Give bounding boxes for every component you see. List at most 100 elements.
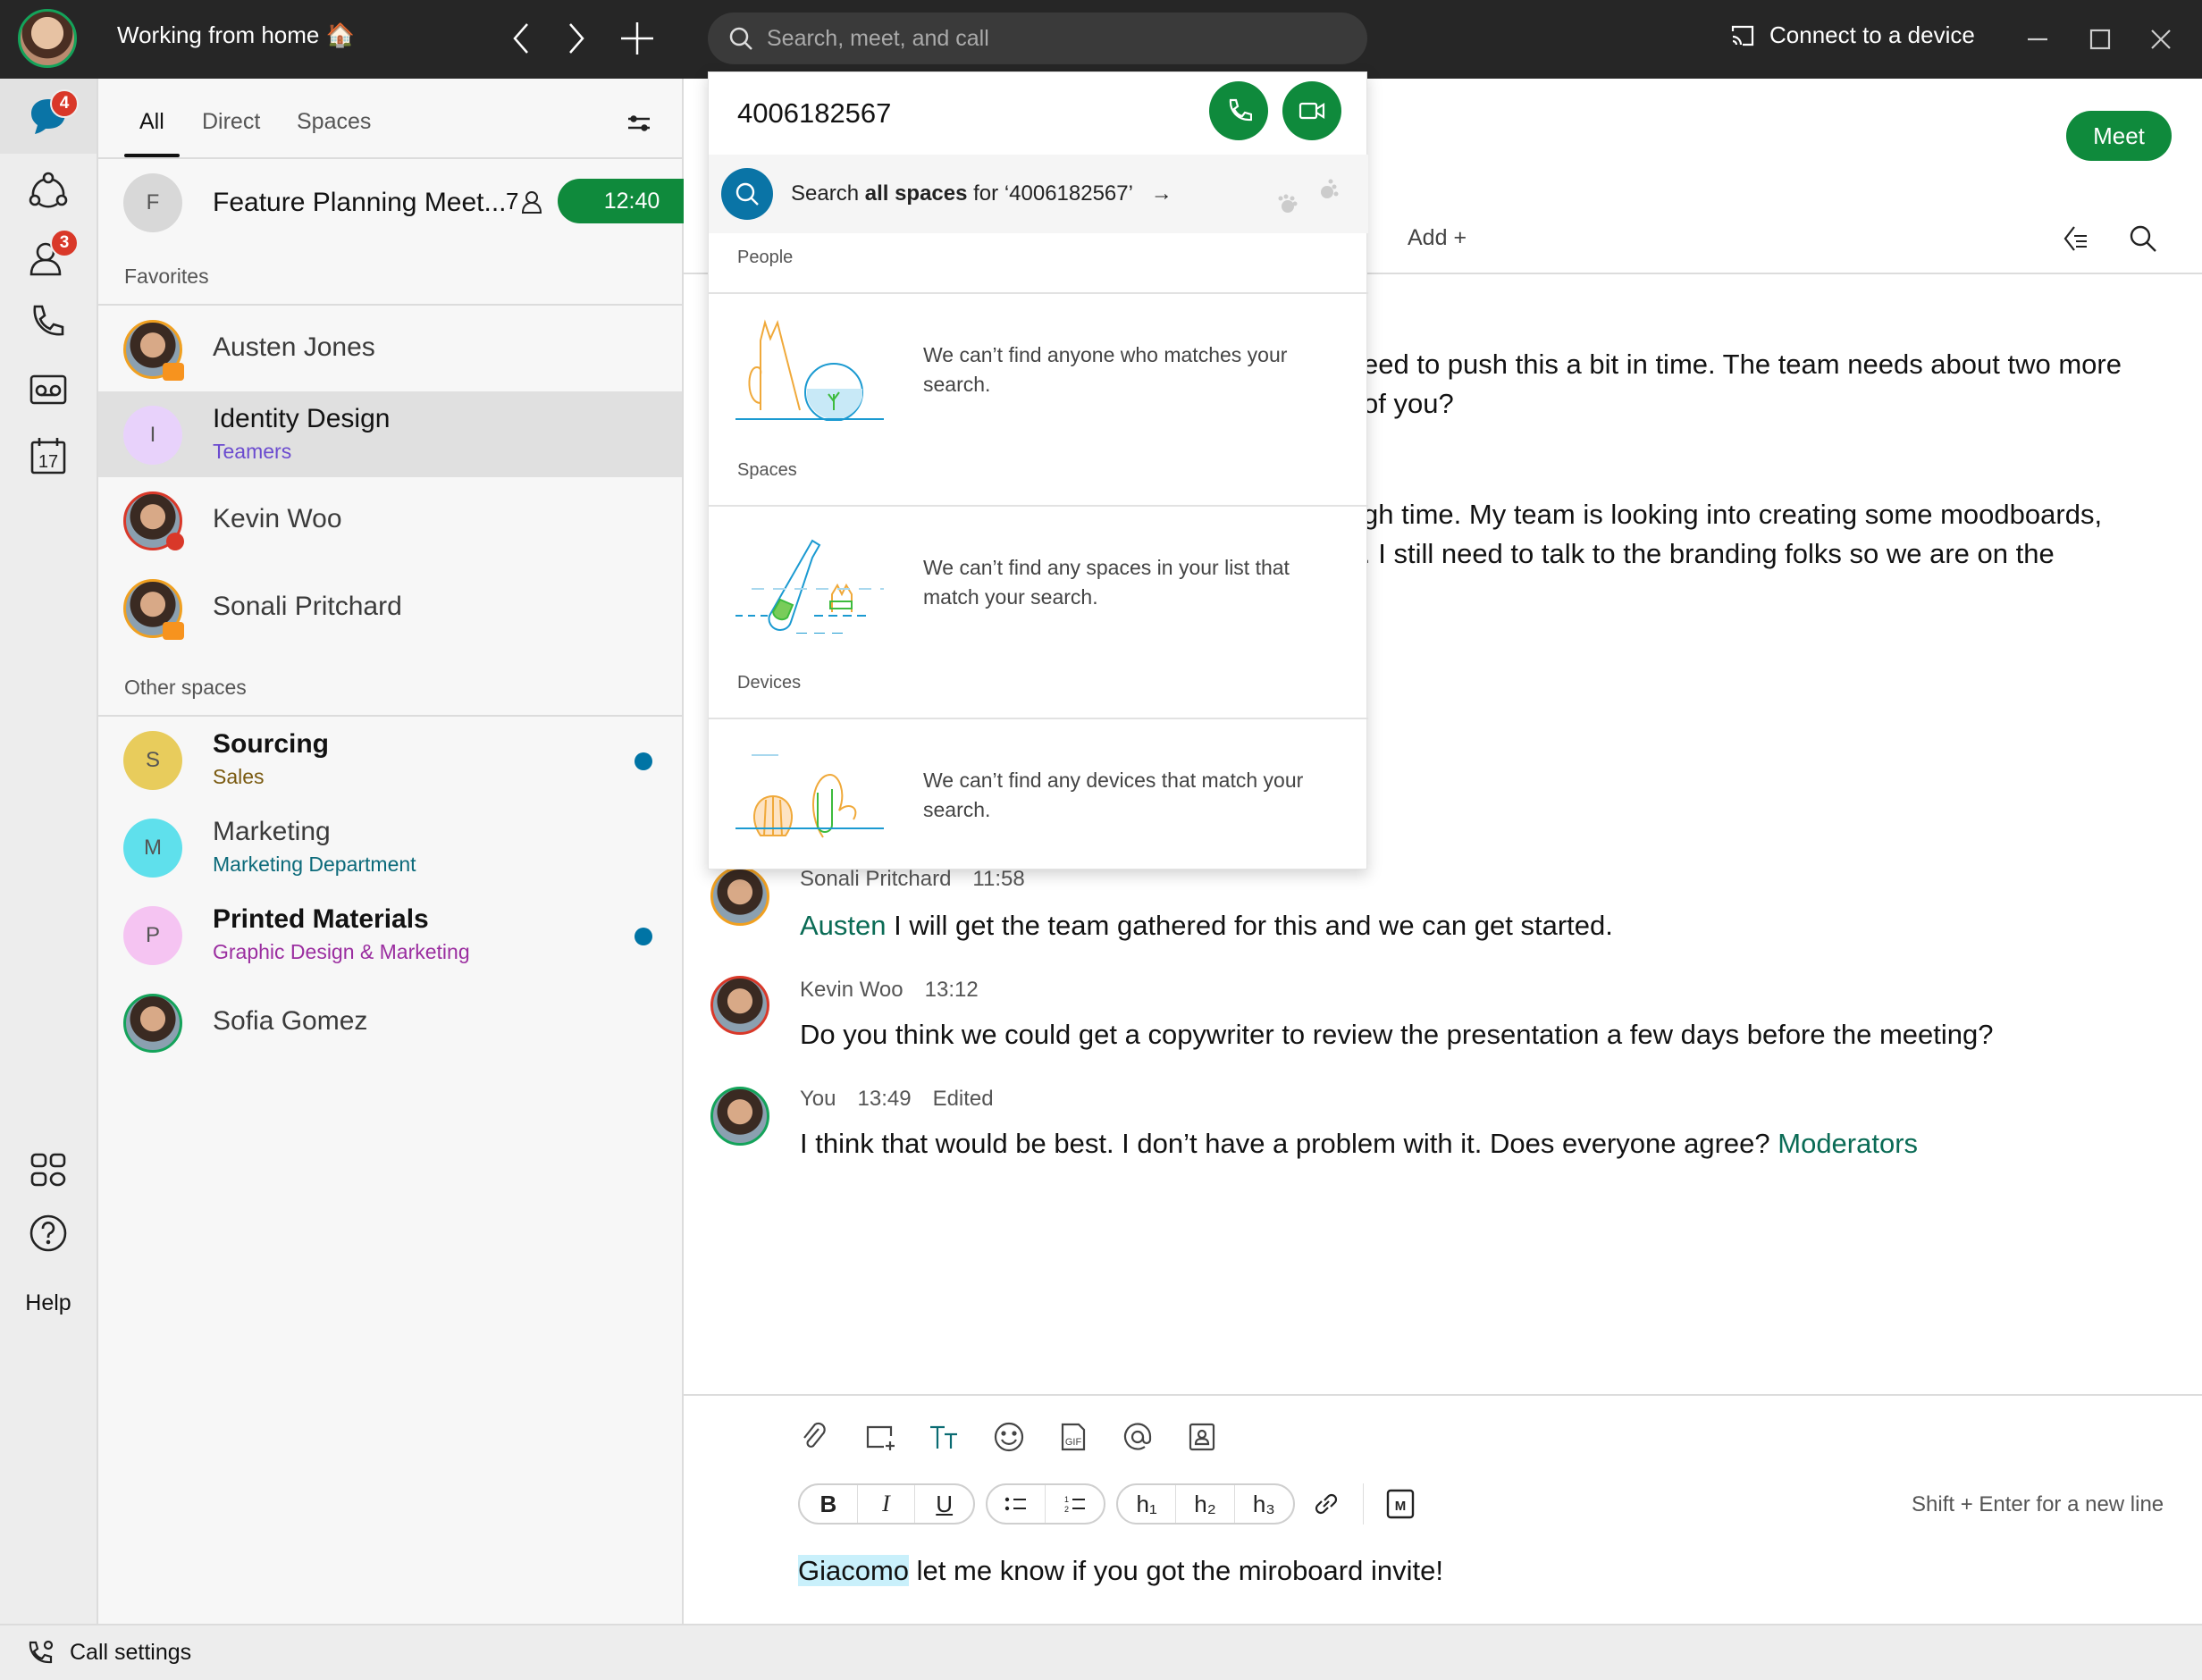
thread-icon[interactable] (2062, 223, 2092, 254)
list-item[interactable]: Sofia Gomez (98, 979, 682, 1065)
tab-direct[interactable]: Direct (202, 109, 260, 135)
text-format-button[interactable] (927, 1419, 962, 1455)
avatar (710, 976, 769, 1035)
audio-call-button[interactable] (1209, 81, 1268, 140)
tab-spaces[interactable]: Spaces (297, 109, 371, 135)
heading2-button[interactable]: h₂ (1176, 1485, 1235, 1523)
gif-button[interactable]: GIF (1055, 1419, 1091, 1455)
underline-button[interactable]: U (915, 1485, 973, 1523)
space-team: Graphic Design & Marketing (213, 940, 470, 963)
back-icon[interactable] (500, 18, 542, 59)
text-style-group: B I U (798, 1483, 975, 1525)
message-text: Do you think we could get a copywriter t… (800, 1019, 1994, 1050)
space-name: Printed Materials (213, 904, 429, 934)
add-button[interactable]: Add + (1408, 225, 1467, 251)
rail-calling[interactable] (0, 286, 97, 361)
avatar (710, 867, 769, 926)
favorites-label: Favorites (124, 265, 209, 288)
search-all-spaces[interactable]: Search all spaces for ‘4006182567’ → (709, 155, 1368, 233)
forward-icon[interactable] (556, 18, 597, 59)
heading3-button[interactable]: h₃ (1235, 1485, 1293, 1523)
contact-card-icon (1189, 1423, 1215, 1451)
call-settings-button[interactable]: Call settings (27, 1638, 191, 1667)
rail-calendar[interactable]: 17 (0, 418, 97, 493)
contact-name: Kevin Woo (213, 504, 342, 533)
call-settings-label: Call settings (70, 1639, 192, 1665)
markdown-icon[interactable]: M (1386, 1489, 1415, 1519)
spaces-section-label: Spaces (737, 460, 797, 480)
video-presence-icon (163, 363, 184, 381)
meet-button[interactable]: Meet (2066, 111, 2172, 161)
screenshot-button[interactable] (862, 1419, 898, 1455)
bold-button[interactable]: B (800, 1485, 858, 1523)
rail-voicemail[interactable] (0, 352, 97, 427)
mention-icon (1123, 1423, 1152, 1450)
user-avatar[interactable] (18, 9, 77, 68)
participant-count: 7 (506, 188, 543, 215)
other-spaces-label: Other spaces (124, 676, 247, 699)
apps-icon (30, 1153, 66, 1187)
minimize-icon (2028, 38, 2047, 41)
list-item[interactable]: S Sourcing Sales (98, 717, 682, 802)
message-meta: You 13:49 Edited (800, 1087, 994, 1111)
filter-icon[interactable] (626, 113, 652, 134)
attach-icon (803, 1422, 826, 1448)
list-item[interactable]: Sonali Pritchard (98, 565, 682, 651)
connect-device-button[interactable]: Connect to a device (1730, 21, 1975, 49)
list-item[interactable]: P Printed Materials Graphic Design & Mar… (98, 892, 682, 978)
list-item[interactable]: I Identity Design Teamers (98, 391, 682, 477)
shell-illustration (735, 754, 884, 838)
rail-teams[interactable] (0, 154, 97, 229)
divider (709, 292, 1368, 294)
mention: Giacomo (798, 1555, 910, 1586)
heading1-button[interactable]: h₁ (1118, 1485, 1177, 1523)
search-all-text: Search all spaces for ‘4006182567’ → (791, 181, 1172, 206)
attach-button[interactable] (796, 1419, 832, 1455)
message-meta: Sonali Pritchard 11:58 (800, 867, 1025, 891)
mention[interactable]: Austen (800, 910, 887, 941)
divider (684, 1394, 2202, 1396)
video-icon (1299, 102, 1325, 120)
rail-messaging[interactable]: 4 (0, 79, 97, 154)
message-input[interactable]: Giacomo let me know if you got the mirob… (798, 1555, 1443, 1587)
tab-all[interactable]: All (139, 109, 164, 135)
maximize-button[interactable] (2080, 20, 2120, 59)
voicemail-icon (29, 374, 67, 405)
italic-button[interactable]: I (858, 1485, 916, 1523)
mention[interactable]: Moderators (1778, 1128, 1918, 1159)
search-icon[interactable] (2128, 223, 2158, 254)
message-meta: Kevin Woo 13:12 (800, 978, 979, 1002)
rail-contacts[interactable]: 3 (0, 220, 97, 295)
video-call-button[interactable] (1282, 81, 1341, 140)
svg-text:GIF: GIF (1065, 1437, 1082, 1448)
navigation-rail: 4 3 17 Help (0, 79, 98, 1624)
add-icon[interactable] (617, 18, 658, 59)
contact-card-button[interactable] (1184, 1419, 1220, 1455)
phone-icon (1229, 98, 1252, 122)
message-text: gh time. My team is looking into creatin… (1363, 499, 2103, 530)
help-label: Help (25, 1290, 71, 1315)
list-item[interactable]: Kevin Woo (98, 477, 682, 563)
status-text[interactable]: Working from home 🏠 (117, 21, 355, 49)
space-name: Sourcing (213, 729, 330, 759)
bullet-list-button[interactable] (988, 1485, 1046, 1523)
list-item[interactable]: Austen Jones (98, 306, 682, 391)
space-team: Marketing Department (213, 853, 416, 876)
cast-icon (1731, 25, 1754, 46)
emoji-button[interactable] (991, 1419, 1027, 1455)
svg-text:1: 1 (1064, 1495, 1069, 1504)
avatar: I (123, 406, 182, 465)
mention-button[interactable] (1120, 1419, 1156, 1455)
gif-icon: GIF (1061, 1423, 1086, 1451)
minimize-button[interactable] (2018, 20, 2057, 59)
link-icon[interactable] (1311, 1489, 1341, 1519)
unread-indicator (635, 928, 652, 945)
close-button[interactable] (2141, 20, 2181, 59)
search-icon (729, 27, 752, 50)
rail-help[interactable] (0, 1196, 97, 1271)
contact-name: Austen Jones (213, 332, 375, 362)
search-input[interactable]: Search, meet, and call (708, 13, 1367, 64)
message-text: of you? (1363, 388, 1454, 419)
list-item[interactable]: M Marketing Marketing Department (98, 804, 682, 890)
numbered-list-button[interactable]: 12 (1046, 1485, 1104, 1523)
